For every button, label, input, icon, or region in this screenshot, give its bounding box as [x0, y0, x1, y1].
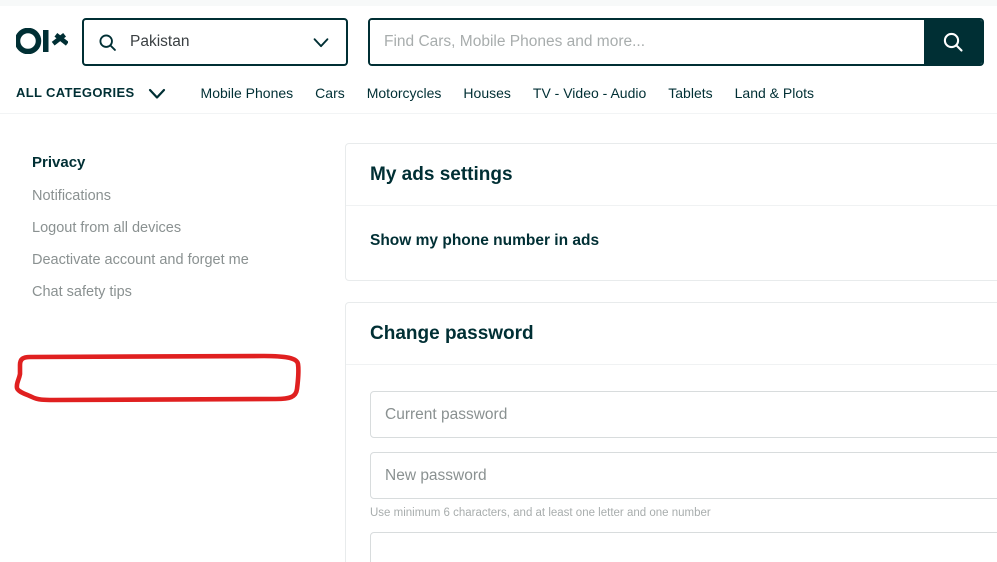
- olx-logo[interactable]: [16, 25, 68, 57]
- olx-settings-page: Pakistan ALL CATEGORIES: [0, 0, 997, 562]
- setting-label-show-phone-number: Show my phone number in ads: [370, 232, 600, 249]
- site-header: Pakistan: [0, 6, 997, 72]
- category-link-tablets[interactable]: Tablets: [668, 85, 712, 101]
- card-title-change-password: Change password: [370, 323, 534, 344]
- category-link-motorcycles[interactable]: Motorcycles: [367, 85, 442, 101]
- sidebar-item-notifications[interactable]: Notifications: [32, 188, 322, 205]
- olx-logo-icon: [16, 28, 68, 54]
- search-icon: [96, 31, 118, 53]
- category-link-land-and-plots[interactable]: Land & Plots: [735, 85, 814, 101]
- location-value: Pakistan: [130, 33, 190, 50]
- chevron-down-icon: [309, 30, 333, 54]
- card-my-ads-settings: My ads settings Show my phone number in …: [345, 143, 997, 281]
- card-header: Change password: [346, 303, 997, 365]
- card-body: Use minimum 6 characters, and at least o…: [346, 365, 997, 562]
- sidebar-item-chat-safety-tips[interactable]: Chat safety tips: [32, 284, 322, 301]
- sidebar-item-deactivate-account[interactable]: Deactivate account and forget me: [32, 252, 322, 269]
- all-categories-label: ALL CATEGORIES: [16, 85, 135, 100]
- category-nav: ALL CATEGORIES Mobile Phones Cars Motorc…: [0, 72, 997, 113]
- settings-sidebar: Privacy Notifications Logout from all de…: [32, 154, 322, 301]
- category-link-cars[interactable]: Cars: [315, 85, 345, 101]
- card-title-my-ads-settings: My ads settings: [370, 164, 513, 185]
- search-icon: [943, 32, 963, 52]
- sidebar-item-logout-all-devices[interactable]: Logout from all devices: [32, 220, 322, 237]
- location-selector[interactable]: Pakistan: [82, 18, 348, 66]
- card-header: My ads settings: [346, 144, 997, 206]
- card-change-password: Change password Use minimum 6 characters…: [345, 302, 997, 562]
- search-bar: [368, 18, 984, 66]
- new-password-helper-text: Use minimum 6 characters, and at least o…: [370, 507, 711, 519]
- search-input[interactable]: [370, 20, 924, 64]
- sidebar-heading: Privacy: [32, 154, 86, 171]
- category-links: Mobile Phones Cars Motorcycles Houses TV…: [201, 85, 814, 101]
- category-link-houses[interactable]: Houses: [463, 85, 510, 101]
- red-highlight-annotation: [14, 353, 301, 403]
- current-password-input[interactable]: [370, 391, 997, 438]
- category-link-mobile-phones[interactable]: Mobile Phones: [201, 85, 294, 101]
- new-password-input[interactable]: [370, 452, 997, 499]
- all-categories-button[interactable]: ALL CATEGORIES: [16, 81, 169, 105]
- card-body: Show my phone number in ads: [346, 206, 997, 280]
- search-button[interactable]: [924, 20, 982, 64]
- settings-main: My ads settings Show my phone number in …: [345, 143, 997, 562]
- page-body: Privacy Notifications Logout from all de…: [0, 114, 997, 562]
- confirm-password-input[interactable]: [370, 532, 997, 562]
- category-link-tv-video-audio[interactable]: TV - Video - Audio: [533, 85, 646, 101]
- chevron-down-icon: [145, 81, 169, 105]
